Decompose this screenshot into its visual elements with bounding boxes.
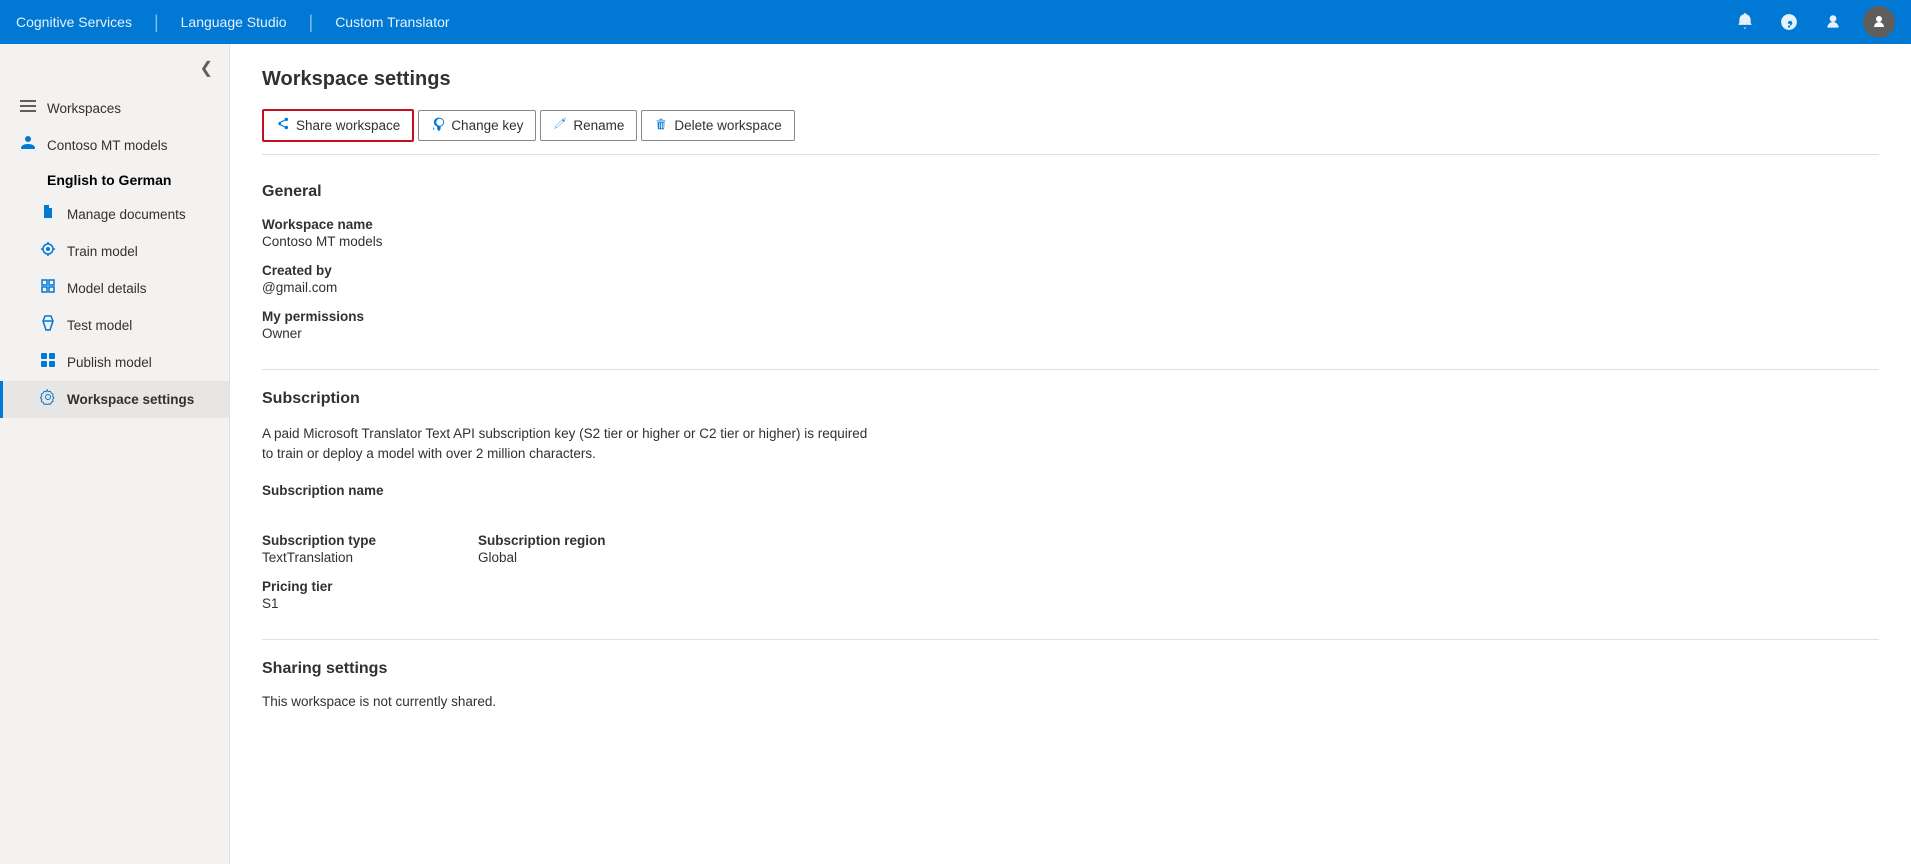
model-details-icon [39,278,57,299]
sidebar-item-english-german[interactable]: English to German [0,164,229,196]
rename-icon [553,117,567,134]
general-section: General Workspace name Contoso MT models… [262,183,1879,341]
subscription-note: A paid Microsoft Translator Text API sub… [262,424,882,465]
change-key-label: Change key [451,118,523,133]
sidebar-item-train-model-label: Train model [67,244,138,259]
subscription-region-label: Subscription region [478,533,678,548]
rename-button[interactable]: Rename [540,110,637,141]
permissions-value: Owner [262,326,1879,341]
divider-1 [262,369,1879,370]
main-content: Workspace settings Share workspace Chang… [230,44,1911,864]
pricing-tier-value: S1 [262,596,1879,611]
help-icon[interactable] [1775,8,1803,36]
contoso-mt-icon [19,135,37,156]
delete-workspace-button[interactable]: Delete workspace [641,110,794,141]
train-model-icon [39,241,57,262]
created-by-value: @gmail.com [262,280,1879,295]
account-icon[interactable] [1819,8,1847,36]
sharing-note: This workspace is not currently shared. [262,694,1879,709]
workspaces-icon [19,98,37,119]
manage-docs-icon [39,204,57,225]
divider-2 [262,639,1879,640]
page-title: Workspace settings [262,68,1879,91]
language-studio-link[interactable]: Language Studio [181,14,287,30]
subscription-name-label: Subscription name [262,483,1879,498]
app-layout: ❮ Workspaces Contoso MT models [0,44,1911,864]
subscription-name-value [262,500,1879,515]
delete-icon [654,117,668,134]
nav-right-icons [1731,6,1895,38]
rename-label: Rename [573,118,624,133]
created-by-label: Created by [262,263,1879,278]
change-key-button[interactable]: Change key [418,110,536,141]
sidebar-item-workspaces-label: Workspaces [47,101,121,116]
sidebar-item-workspaces[interactable]: Workspaces [0,90,229,127]
pricing-tier-label: Pricing tier [262,579,1879,594]
delete-workspace-label: Delete workspace [674,118,781,133]
sidebar-item-contoso-mt[interactable]: Contoso MT models [0,127,229,164]
nav-separator-1: | [154,12,159,33]
user-avatar[interactable] [1863,6,1895,38]
sidebar-collapse-area: ❮ [0,44,229,86]
sharing-section: Sharing settings This workspace is not c… [262,660,1879,709]
notifications-icon[interactable] [1731,8,1759,36]
subscription-title: Subscription [262,390,1879,408]
cognitive-services-link[interactable]: Cognitive Services [16,14,132,30]
sharing-title: Sharing settings [262,660,1879,678]
sidebar-item-test-model-label: Test model [67,318,132,333]
general-title: General [262,183,1879,201]
sidebar: ❮ Workspaces Contoso MT models [0,44,230,864]
sidebar-item-contoso-label: Contoso MT models [47,138,168,153]
sidebar-item-english-german-label: English to German [47,172,171,188]
sidebar-item-train-model[interactable]: Train model [0,233,229,270]
brand-links: Cognitive Services | Language Studio | C… [16,12,450,33]
permissions-label: My permissions [262,309,1879,324]
sidebar-item-manage-docs-label: Manage documents [67,207,186,222]
sidebar-item-workspace-settings[interactable]: Workspace settings [0,381,229,418]
key-icon [431,117,445,134]
toolbar: Share workspace Change key Rename [262,109,1879,155]
sidebar-item-manage-docs[interactable]: Manage documents [0,196,229,233]
share-workspace-label: Share workspace [296,118,400,133]
subscription-type-col: Subscription type TextTranslation [262,533,462,579]
share-workspace-button[interactable]: Share workspace [262,109,414,142]
test-model-icon [39,315,57,336]
subscription-type-value: TextTranslation [262,550,462,565]
sidebar-item-model-details[interactable]: Model details [0,270,229,307]
top-navigation: Cognitive Services | Language Studio | C… [0,0,1911,44]
publish-model-icon [39,352,57,373]
sidebar-item-publish-model[interactable]: Publish model [0,344,229,381]
subscription-region-value: Global [478,550,678,565]
sidebar-item-publish-model-label: Publish model [67,355,152,370]
subscription-section: Subscription A paid Microsoft Translator… [262,390,1879,611]
sidebar-item-model-details-label: Model details [67,281,147,296]
custom-translator-link[interactable]: Custom Translator [335,14,449,30]
workspace-name-label: Workspace name [262,217,1879,232]
subscription-type-label: Subscription type [262,533,462,548]
subscription-details-grid: Subscription type TextTranslation Subscr… [262,533,1879,579]
share-icon [276,117,290,134]
sidebar-item-test-model[interactable]: Test model [0,307,229,344]
subscription-region-col: Subscription region Global [478,533,678,579]
nav-separator-2: | [309,12,314,33]
collapse-sidebar-button[interactable]: ❮ [196,54,217,82]
workspace-settings-icon [39,389,57,410]
sidebar-nav: Workspaces Contoso MT models English to … [0,86,229,422]
workspace-name-value: Contoso MT models [262,234,1879,249]
sidebar-item-workspace-settings-label: Workspace settings [67,392,194,407]
